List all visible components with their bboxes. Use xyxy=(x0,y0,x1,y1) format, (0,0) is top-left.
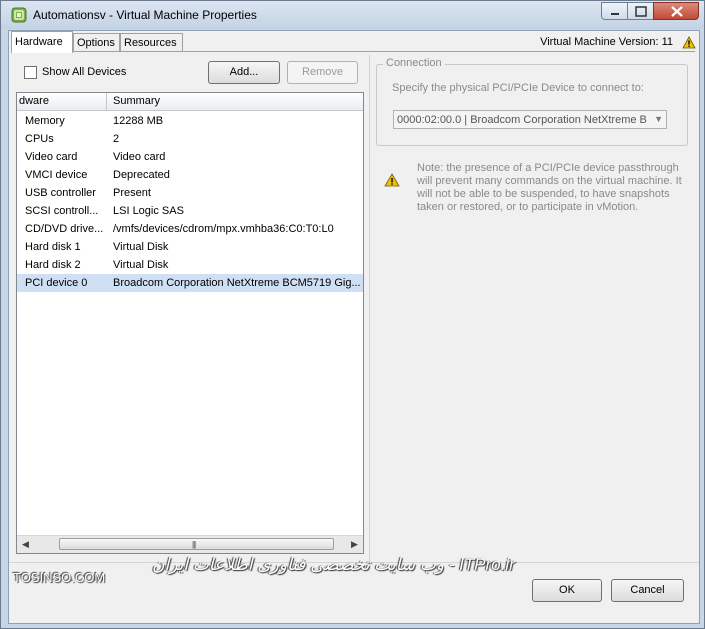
vm-app-icon xyxy=(11,7,27,23)
chevron-down-icon[interactable]: ▼ xyxy=(654,114,663,124)
add-device-button[interactable]: Add... xyxy=(208,61,280,84)
warning-icon xyxy=(682,36,696,49)
passthrough-note: Note: the presence of a PCI/PCIe device … xyxy=(417,162,682,213)
table-row[interactable]: CD/DVD drive... /vmfs/devices/cdrom/mpx.… xyxy=(17,220,363,238)
tab-hardware[interactable]: Hardware xyxy=(11,31,73,53)
cancel-button[interactable]: Cancel xyxy=(611,579,684,602)
row-summary: /vmfs/devices/cdrom/mpx.vmhba36:C0:T0:L0 xyxy=(113,223,334,235)
close-button[interactable] xyxy=(653,2,699,20)
row-hardware: USB controller xyxy=(25,187,96,199)
scroll-left-arrow-icon[interactable]: ◀ xyxy=(22,539,29,550)
hardware-list[interactable]: dware Summary Memory 12288 MB CPUs 2 Vid… xyxy=(16,92,364,554)
row-summary: LSI Logic SAS xyxy=(113,205,184,217)
row-hardware: Video card xyxy=(25,151,78,163)
row-summary: 12288 MB xyxy=(113,115,164,127)
scrollbar-thumb[interactable]: ||| xyxy=(59,538,334,550)
watermark-left: TOSINSO.COM xyxy=(13,570,106,585)
tab-strip-line xyxy=(11,51,695,52)
column-header-hardware[interactable]: dware xyxy=(19,95,49,107)
row-summary: Virtual Disk xyxy=(113,241,169,253)
row-summary: Present xyxy=(113,187,151,199)
row-hardware: SCSI controll... xyxy=(25,205,99,217)
ok-button[interactable]: OK xyxy=(532,579,602,602)
show-all-devices-checkbox[interactable] xyxy=(24,66,37,79)
table-row[interactable]: SCSI controll... LSI Logic SAS xyxy=(17,202,363,220)
warning-icon xyxy=(384,173,400,187)
column-header-summary[interactable]: Summary xyxy=(113,95,160,107)
row-summary: Virtual Disk xyxy=(113,259,169,271)
table-row[interactable]: Memory 12288 MB xyxy=(17,112,363,130)
panel-divider xyxy=(369,55,370,561)
row-hardware: CPUs xyxy=(25,133,54,145)
close-icon xyxy=(671,6,683,17)
table-row[interactable]: VMCI device Deprecated xyxy=(17,166,363,184)
grip-icon: ||| xyxy=(192,540,196,549)
remove-device-button[interactable]: Remove xyxy=(287,61,358,84)
connection-group-title: Connection xyxy=(383,57,445,69)
pci-device-select-value: 0000:02:00.0 | Broadcom Corporation NetX… xyxy=(397,114,647,126)
show-all-devices-label: Show All Devices xyxy=(42,66,127,78)
row-hardware: PCI device 0 xyxy=(25,277,88,289)
table-row[interactable]: Hard disk 2 Virtual Disk xyxy=(17,256,363,274)
minimize-icon xyxy=(611,13,619,15)
maximize-button[interactable] xyxy=(627,2,654,20)
row-hardware: CD/DVD drive... xyxy=(25,223,104,235)
tab-options[interactable]: Options xyxy=(73,33,120,52)
dialog-client-area: Hardware Options Resources Virtual Machi… xyxy=(8,30,700,624)
row-summary: 2 xyxy=(113,133,120,145)
table-row-selected[interactable]: PCI device 0 Broadcom Corporation NetXtr… xyxy=(17,274,363,292)
row-hardware: VMCI device xyxy=(25,169,88,181)
vm-version-label: Virtual Machine Version: 11 xyxy=(540,36,673,48)
table-row[interactable]: USB controller Present xyxy=(17,184,363,202)
scroll-right-arrow-icon[interactable]: ▶ xyxy=(351,539,358,550)
minimize-button[interactable] xyxy=(601,2,628,20)
table-row[interactable]: CPUs 2 xyxy=(17,130,363,148)
horizontal-scrollbar[interactable]: ◀ ||| ▶ xyxy=(17,535,363,553)
column-separator[interactable] xyxy=(106,93,107,110)
tab-resources-label: Resources xyxy=(124,37,177,49)
properties-window: Automationsv - Virtual Machine Propertie… xyxy=(0,0,705,629)
window-title: Automationsv - Virtual Machine Propertie… xyxy=(33,8,257,22)
connection-prompt: Specify the physical PCI/PCIe Device to … xyxy=(392,82,644,94)
watermark-right: وب سایت تخصصی فناوری اطلاعات ایران - ITP… xyxy=(152,555,515,574)
connection-group xyxy=(376,64,688,146)
tab-hardware-label: Hardware xyxy=(15,36,63,48)
tab-resources[interactable]: Resources xyxy=(120,33,183,52)
row-summary: Broadcom Corporation NetXtreme BCM5719 G… xyxy=(113,277,361,289)
maximize-icon xyxy=(635,6,647,17)
row-summary: Video card xyxy=(113,151,166,163)
table-row[interactable]: Hard disk 1 Virtual Disk xyxy=(17,238,363,256)
tab-options-label: Options xyxy=(77,37,115,49)
list-header: dware Summary xyxy=(17,93,363,111)
pci-device-select[interactable]: 0000:02:00.0 | Broadcom Corporation NetX… xyxy=(393,110,667,129)
row-hardware: Memory xyxy=(25,115,65,127)
row-hardware: Hard disk 1 xyxy=(25,241,81,253)
row-hardware: Hard disk 2 xyxy=(25,259,81,271)
table-row[interactable]: Video card Video card xyxy=(17,148,363,166)
title-bar[interactable]: Automationsv - Virtual Machine Propertie… xyxy=(1,1,704,29)
row-summary: Deprecated xyxy=(113,169,170,181)
